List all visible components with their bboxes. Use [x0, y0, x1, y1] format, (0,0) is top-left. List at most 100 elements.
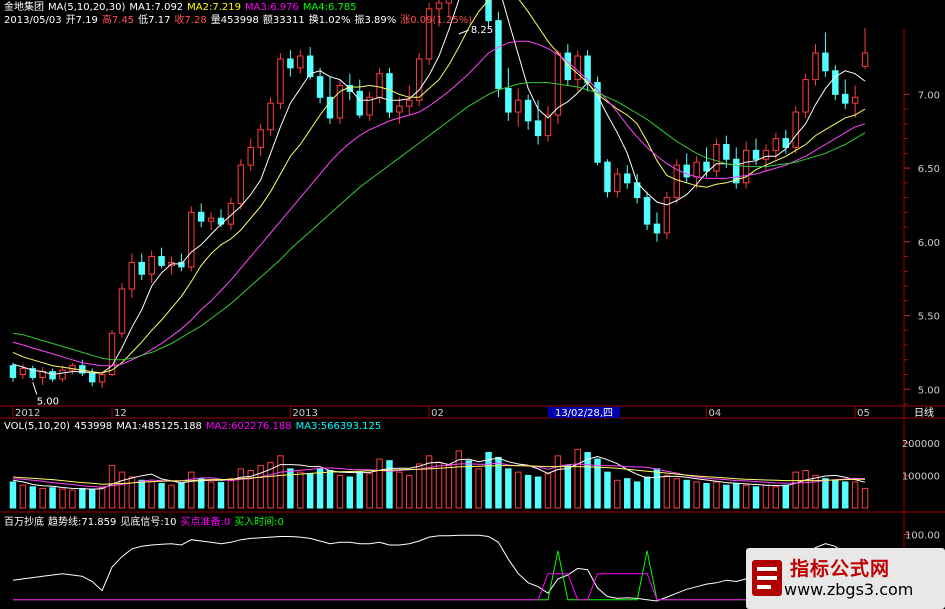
volume-bar: [306, 473, 314, 509]
volume-bar: [49, 487, 56, 509]
volume-bar: [782, 484, 790, 509]
candle-body: [138, 261, 145, 275]
volume-bar: [386, 460, 393, 509]
candle-body: [445, 0, 453, 4]
date-label: 2012: [15, 408, 40, 419]
candle-body: [207, 217, 215, 222]
candle-body: [118, 288, 126, 334]
volume-header: VOL(5,10,20) 453998 MA1:485125.188 MA2:6022…: [4, 421, 385, 433]
ind-header-item-1: 趋势线:71.859: [48, 517, 117, 528]
candle-body: [713, 143, 720, 172]
volume-bar: [832, 479, 839, 509]
volume-bar: [604, 471, 611, 509]
candle-body: [247, 146, 254, 166]
volume-bar: [633, 481, 641, 509]
vol-tick-label: 200000: [902, 439, 940, 450]
volume-bar: [465, 460, 472, 509]
volume-bar: [158, 483, 165, 509]
volume-bar: [475, 468, 482, 509]
volume-bar: [88, 488, 96, 509]
candle-body: [386, 73, 393, 113]
volume-bar: [495, 456, 502, 509]
ind-header-item-2: 见底信号:10: [120, 517, 177, 528]
volume-bar: [435, 461, 443, 509]
volume-bar: [752, 486, 760, 509]
vol-tick-label: 100000: [902, 471, 940, 482]
candle-body: [842, 93, 849, 104]
volume-bar: [376, 458, 383, 509]
candle-body: [703, 161, 710, 172]
candle-body: [524, 99, 532, 122]
volume-bar: [485, 452, 492, 509]
volume-bar: [396, 471, 403, 509]
ind-header-item-0: 百万抄底: [4, 517, 44, 528]
volume-bar: [564, 465, 572, 509]
header-item-4: MA3:6.976: [245, 2, 299, 13]
candle-body: [178, 261, 185, 268]
volume-bar: [406, 474, 413, 509]
candle-body: [217, 217, 225, 225]
candle-body: [148, 256, 155, 275]
volume-bar: [59, 488, 66, 509]
candle-body: [356, 90, 363, 116]
candle-body: [267, 102, 274, 131]
candle-body: [485, 0, 492, 22]
candle-body: [772, 138, 780, 151]
candle-body: [287, 58, 294, 69]
volume-bar: [624, 478, 631, 509]
candle-body: [406, 99, 413, 107]
header-item-5: MA4:6.785: [302, 2, 357, 13]
volume-bar: [673, 478, 681, 509]
candle-body: [297, 55, 304, 69]
candle-body: [197, 211, 205, 222]
volume-bar: [366, 473, 373, 509]
watermark-logo-icon: [752, 560, 782, 596]
volume-bar: [594, 458, 601, 509]
candle-body: [515, 99, 522, 113]
volume-bar: [822, 478, 829, 509]
volume-bar: [445, 465, 453, 509]
watermark: 指标公式网 www.zbgs3.com: [746, 548, 945, 609]
volume-bar: [108, 465, 116, 509]
volume-bar: [534, 476, 542, 509]
cursor-date-label: 13/02/28,四: [555, 408, 613, 419]
candle-body: [277, 58, 284, 104]
volume-bar: [742, 484, 750, 509]
candle-body: [435, 2, 443, 10]
header-quote-0: 2013/05/03: [4, 15, 62, 26]
candle-body: [495, 20, 502, 89]
volume-bar: [128, 476, 136, 509]
price-header-line1: 金地集团 MA(5,10,20,30) MA1:7.092 MA2:7.219 MA3:…: [4, 2, 361, 14]
candle-body: [851, 96, 859, 104]
candle-body: [653, 223, 661, 234]
vol-header-item-3: MA2:602276.188: [205, 421, 292, 432]
volume-bar: [792, 471, 799, 509]
volume-bar: [326, 470, 334, 509]
volume-bar: [79, 487, 86, 509]
volume-bar: [663, 474, 671, 509]
volume-bar: [148, 481, 155, 509]
volume-bar: [703, 483, 710, 509]
candle-body: [257, 129, 264, 148]
volume-bar: [19, 484, 27, 509]
volume-bar: [356, 471, 363, 509]
price-tick-label: 6.50: [918, 164, 940, 175]
volume-bar: [574, 448, 581, 509]
candle-body: [693, 161, 700, 178]
volume-bar: [515, 471, 522, 509]
candle-body: [158, 256, 165, 266]
volume-bar: [554, 455, 562, 509]
candle-body: [762, 149, 770, 160]
volume-bar: [653, 468, 661, 509]
period-label: 日线: [914, 406, 934, 419]
candle-body: [822, 52, 829, 72]
candle-body: [59, 369, 66, 380]
volume-bar: [118, 471, 126, 509]
volume-bar: [9, 481, 17, 509]
price-tick-label: 5.50: [918, 312, 940, 323]
volume-bar: [524, 474, 532, 509]
vol-header-item-2: MA1:485125.188: [116, 421, 202, 432]
volume-bar: [505, 468, 512, 509]
volume-bar: [693, 481, 700, 509]
volume-bar: [713, 481, 720, 509]
